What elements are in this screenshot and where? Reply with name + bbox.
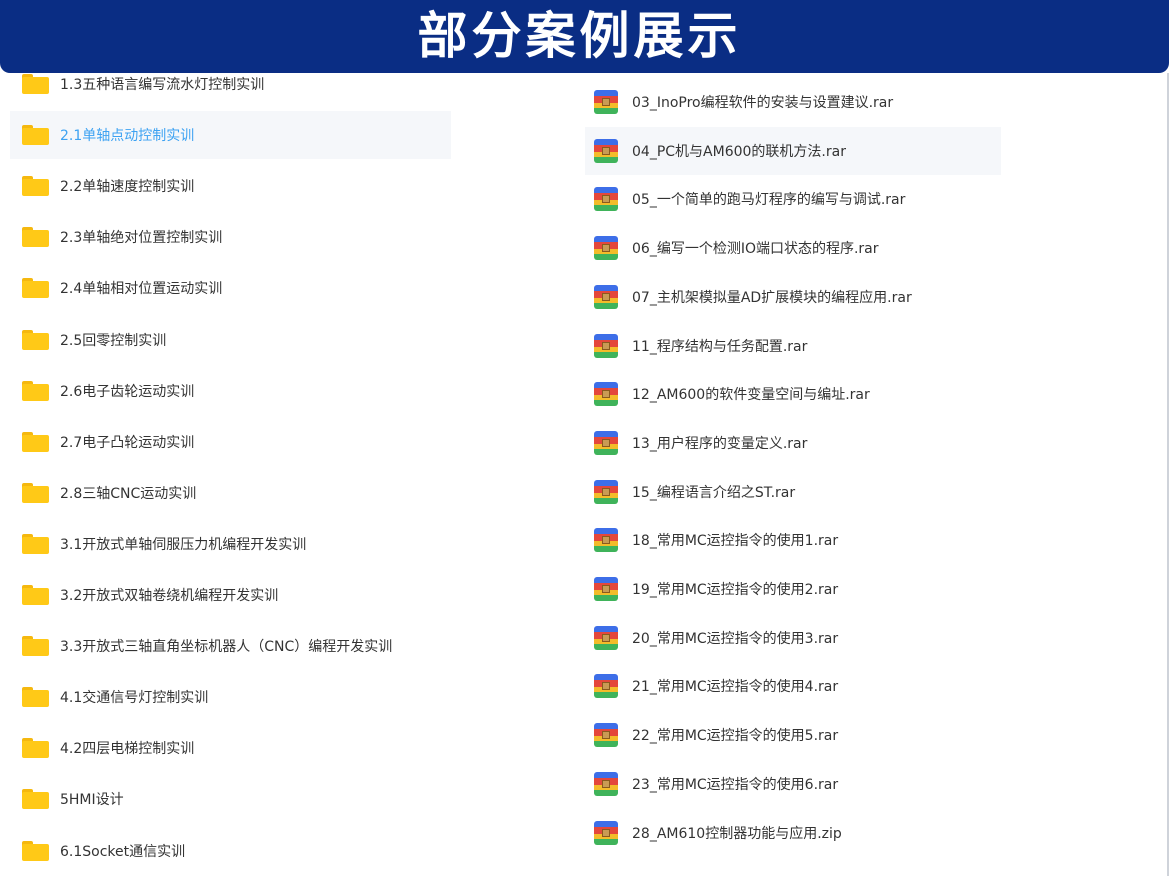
archive-file-item[interactable]: 03_InoPro编程软件的安装与设置建议.rar	[585, 78, 1001, 126]
archive-file-item[interactable]: 23_常用MC运控指令的使用6.rar	[585, 760, 1001, 808]
archive-icon	[594, 139, 618, 163]
archive-file-item[interactable]: 06_编写一个检测IO端口状态的程序.rar	[585, 224, 1001, 272]
archive-icon	[594, 187, 618, 211]
archive-icon	[594, 723, 618, 747]
folder-item-label: 2.4单轴相对位置运动实训	[60, 281, 223, 297]
folder-icon	[22, 381, 49, 401]
folder-item[interactable]: 2.5回零控制实训	[10, 316, 451, 364]
folder-icon	[22, 738, 49, 758]
folder-item-label: 2.2单轴速度控制实训	[60, 179, 195, 195]
folder-item-label: 6.1Socket通信实训	[60, 844, 186, 860]
folder-item-label: 4.2四层电梯控制实训	[60, 741, 195, 757]
archive-icon	[594, 577, 618, 601]
archive-file-item[interactable]: 13_用户程序的变量定义.rar	[585, 419, 1001, 467]
archive-file-label: 22_常用MC运控指令的使用5.rar	[632, 728, 839, 744]
archive-file-item[interactable]: 28_AM610控制器功能与应用.zip	[585, 809, 1001, 857]
folder-item[interactable]: 4.2四层电梯控制实训	[10, 724, 451, 772]
folder-item-label: 2.1单轴点动控制实训	[60, 128, 195, 144]
archive-icon	[594, 285, 618, 309]
folder-icon	[22, 278, 49, 298]
folder-icon	[22, 687, 49, 707]
folder-icon	[22, 585, 49, 605]
archive-file-item[interactable]: 22_常用MC运控指令的使用5.rar	[585, 711, 1001, 759]
folder-item-label: 1.3五种语言编写流水灯控制实训	[60, 77, 265, 93]
folder-item[interactable]: 2.2单轴速度控制实训	[10, 162, 451, 210]
folder-item[interactable]: 2.7电子凸轮运动实训	[10, 418, 451, 466]
archive-icon	[594, 431, 618, 455]
archive-file-label: 06_编写一个检测IO端口状态的程序.rar	[632, 241, 879, 257]
archive-icon	[594, 90, 618, 114]
folder-item[interactable]: 4.1交通信号灯控制实训	[10, 673, 451, 721]
folder-item[interactable]: 3.1开放式单轴伺服压力机编程开发实训	[10, 520, 451, 568]
folder-item[interactable]: 3.2开放式双轴卷绕机编程开发实训	[10, 571, 451, 619]
archive-file-label: 13_用户程序的变量定义.rar	[632, 436, 808, 452]
archive-file-item[interactable]: 20_常用MC运控指令的使用3.rar	[585, 614, 1001, 662]
folder-item[interactable]: 2.4单轴相对位置运动实训	[10, 264, 451, 312]
archive-file-item[interactable]: 07_主机架模拟量AD扩展模块的编程应用.rar	[585, 273, 1001, 321]
archive-icon	[594, 480, 618, 504]
folder-icon	[22, 483, 49, 503]
folder-item[interactable]: 2.1单轴点动控制实训	[10, 111, 451, 159]
archive-file-item[interactable]: 05_一个简单的跑马灯程序的编写与调试.rar	[585, 175, 1001, 223]
folder-item[interactable]: 2.6电子齿轮运动实训	[10, 367, 451, 415]
folder-icon	[22, 176, 49, 196]
archive-file-label: 23_常用MC运控指令的使用6.rar	[632, 777, 839, 793]
folder-item-label: 5HMI设计	[60, 792, 124, 808]
archive-file-label: 21_常用MC运控指令的使用4.rar	[632, 679, 839, 695]
archive-icon	[594, 674, 618, 698]
archive-file-label: 15_编程语言介绍之ST.rar	[632, 485, 796, 501]
archive-file-label: 28_AM610控制器功能与应用.zip	[632, 826, 842, 842]
folder-icon	[22, 125, 49, 145]
folder-item-label: 2.8三轴CNC运动实训	[60, 486, 197, 502]
archive-file-label: 12_AM600的软件变量空间与编址.rar	[632, 387, 870, 403]
folder-icon	[22, 841, 49, 861]
archive-icon	[594, 334, 618, 358]
folder-item-label: 2.3单轴绝对位置控制实训	[60, 230, 223, 246]
folder-item-label: 3.1开放式单轴伺服压力机编程开发实训	[60, 537, 307, 553]
archive-file-item[interactable]: 21_常用MC运控指令的使用4.rar	[585, 662, 1001, 710]
folder-icon	[22, 74, 49, 94]
archive-icon	[594, 772, 618, 796]
archive-file-item[interactable]: 11_程序结构与任务配置.rar	[585, 322, 1001, 370]
folder-item-label: 3.2开放式双轴卷绕机编程开发实训	[60, 588, 279, 604]
folder-icon	[22, 432, 49, 452]
folder-icon	[22, 330, 49, 350]
archive-file-label: 07_主机架模拟量AD扩展模块的编程应用.rar	[632, 290, 912, 306]
archive-file-item[interactable]: 04_PC机与AM600的联机方法.rar	[585, 127, 1001, 175]
folder-item[interactable]: 2.8三轴CNC运动实训	[10, 469, 451, 517]
archive-file-label: 19_常用MC运控指令的使用2.rar	[632, 582, 839, 598]
archive-file-label: 11_程序结构与任务配置.rar	[632, 339, 808, 355]
banner-title: 部分案例展示	[417, 7, 742, 65]
folder-icon	[22, 227, 49, 247]
folder-item-label: 2.5回零控制实训	[60, 333, 167, 349]
archive-file-item[interactable]: 19_常用MC运控指令的使用2.rar	[585, 565, 1001, 613]
folder-icon	[22, 789, 49, 809]
folder-icon	[22, 636, 49, 656]
archive-icon	[594, 821, 618, 845]
title-banner: 部分案例展示	[0, 0, 1169, 73]
folder-item[interactable]: 3.3开放式三轴直角坐标机器人（CNC）编程开发实训	[10, 622, 451, 670]
archive-file-label: 20_常用MC运控指令的使用3.rar	[632, 631, 839, 647]
archive-icon	[594, 382, 618, 406]
archive-file-item[interactable]: 18_常用MC运控指令的使用1.rar	[585, 516, 1001, 564]
archive-icon	[594, 626, 618, 650]
folder-item-label: 2.7电子凸轮运动实训	[60, 435, 195, 451]
archive-icon	[594, 236, 618, 260]
archive-file-item[interactable]: 15_编程语言介绍之ST.rar	[585, 468, 1001, 516]
archive-file-label: 05_一个简单的跑马灯程序的编写与调试.rar	[632, 192, 906, 208]
folder-item[interactable]: 5HMI设计	[10, 775, 451, 823]
folder-item-label: 4.1交通信号灯控制实训	[60, 690, 209, 706]
archive-file-label: 18_常用MC运控指令的使用1.rar	[632, 533, 839, 549]
folder-item[interactable]: 6.1Socket通信实训	[10, 827, 451, 875]
archive-file-label: 04_PC机与AM600的联机方法.rar	[632, 144, 846, 160]
folder-item[interactable]: 2.3单轴绝对位置控制实训	[10, 213, 451, 261]
folder-item-label: 3.3开放式三轴直角坐标机器人（CNC）编程开发实训	[60, 639, 393, 655]
archive-file-item[interactable]: 12_AM600的软件变量空间与编址.rar	[585, 370, 1001, 418]
archive-file-label: 03_InoPro编程软件的安装与设置建议.rar	[632, 95, 894, 111]
folder-item-label: 2.6电子齿轮运动实训	[60, 384, 195, 400]
archive-icon	[594, 528, 618, 552]
folder-icon	[22, 534, 49, 554]
